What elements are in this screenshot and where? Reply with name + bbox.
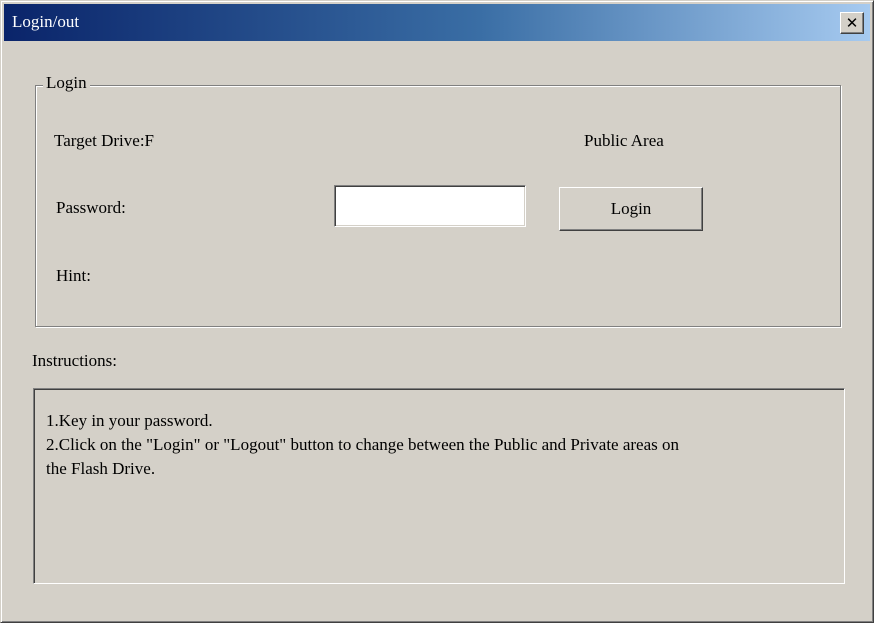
login-group-legend: Login: [43, 73, 90, 93]
password-label: Password:: [56, 198, 126, 217]
close-icon: ✕: [845, 13, 859, 32]
window-title: Login/out: [12, 12, 80, 31]
target-drive-label: Target Drive:F: [54, 131, 154, 150]
area-status-label: Public Area: [584, 131, 664, 150]
login-button[interactable]: Login: [559, 187, 703, 231]
instructions-box: 1.Key in your password. 2.Click on the "…: [33, 388, 845, 584]
instruction-line-1: 1.Key in your password.: [46, 411, 213, 430]
close-button[interactable]: ✕: [840, 12, 864, 34]
instructions-label: Instructions:: [32, 351, 117, 370]
instruction-line-2: 2.Click on the "Login" or "Logout" butto…: [46, 435, 680, 454]
instruction-line-3: the Flash Drive.: [46, 459, 156, 478]
login-dialog-window: Login/out ✕ Login Target Drive:F Public …: [0, 0, 874, 623]
password-input[interactable]: [334, 185, 526, 227]
hint-label: Hint:: [56, 266, 91, 285]
title-bar[interactable]: Login/out ✕: [4, 4, 870, 41]
